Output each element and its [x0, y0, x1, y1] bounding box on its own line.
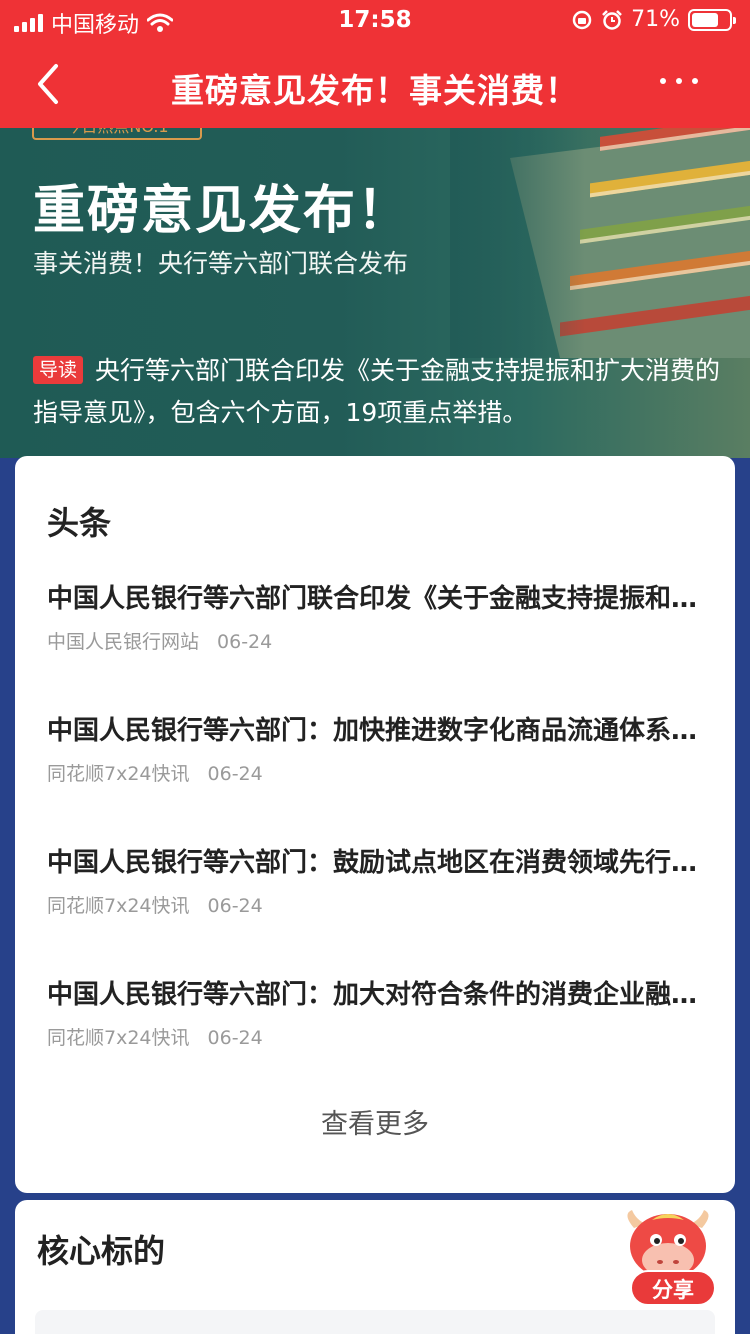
hero-title: 重磅意见发布！	[33, 181, 412, 241]
nav-bar: 重磅意见发布！事关消费！	[0, 40, 750, 128]
headlines-card: 头条 中国人民银行等六部门联合印发《关于金融支持提振和扩大消费的指导意见》 中国…	[15, 456, 735, 1193]
news-source: 中国人民银行网站	[47, 631, 200, 653]
news-item[interactable]: 中国人民银行等六部门：加大对符合条件的消费企业融资支持 同花顺7x24快讯 06-…	[47, 974, 709, 1050]
news-date: 06-24	[207, 895, 263, 917]
news-item[interactable]: 中国人民银行等六部门联合印发《关于金融支持提振和扩大消费的指导意见》 中国人民银…	[47, 578, 709, 654]
view-more-button[interactable]: 查看更多	[15, 1102, 735, 1141]
section-title-core-targets: 核心标的	[37, 1232, 166, 1270]
news-date: 06-24	[217, 631, 273, 653]
top-bar: 中国移动 17:58 71% 重磅意见发布！事关消费！	[0, 0, 750, 128]
lead-tag: 导读	[33, 356, 84, 384]
news-headline[interactable]: 中国人民银行等六部门：加大对符合条件的消费企业融资支持	[47, 974, 709, 1011]
hero-lead: 导读 央行等六部门联合印发《关于金融支持提振和扩大消费的指导意见》，包含六个方面，…	[33, 350, 733, 434]
news-headline[interactable]: 中国人民银行等六部门：鼓励试点地区在消费领域先行先试	[47, 842, 709, 879]
news-headline[interactable]: 中国人民银行等六部门联合印发《关于金融支持提振和扩大消费的指导意见》	[47, 578, 709, 615]
news-date: 06-24	[207, 1027, 263, 1049]
lead-text: 央行等六部门联合印发《关于金融支持提振和扩大消费的指导意见》，包含六个方面，19…	[33, 356, 721, 427]
section-title-headlines: 头条	[47, 504, 112, 542]
news-headline[interactable]: 中国人民银行等六部门：加快推进数字化商品流通体系建设	[47, 710, 709, 747]
hero-subtitle: 事关消费！央行等六部门联合发布	[33, 249, 409, 278]
news-source: 同花顺7x24快讯	[47, 763, 190, 785]
rotation-lock-icon	[572, 10, 592, 29]
share-label[interactable]: 分享	[630, 1270, 716, 1306]
page-title: 重磅意见发布！事关消费！	[171, 71, 579, 110]
news-source: 同花顺7x24快讯	[47, 895, 190, 917]
news-item[interactable]: 中国人民银行等六部门：鼓励试点地区在消费领域先行先试 同花顺7x24快讯 06-2…	[47, 842, 709, 918]
hero-badge: 今日热点NO.1	[32, 128, 202, 140]
status-bar: 中国移动 17:58 71%	[0, 0, 750, 40]
share-button[interactable]: 分享	[612, 1208, 724, 1308]
battery-icon	[688, 8, 736, 31]
battery-percent: 71%	[631, 7, 680, 32]
more-options-icon[interactable]	[660, 78, 698, 84]
alarm-icon	[602, 9, 622, 30]
news-date: 06-24	[207, 763, 263, 785]
core-targets-list	[35, 1310, 715, 1334]
supermarket-shelves-image	[450, 128, 750, 358]
news-item[interactable]: 中国人民银行等六部门：加快推进数字化商品流通体系建设 同花顺7x24快讯 06-2…	[47, 710, 709, 786]
hero-banner: 今日热点NO.1 重磅意见发布！ 事关消费！央行等六部门联合发布 导读央行等六部…	[0, 128, 750, 458]
news-source: 同花顺7x24快讯	[47, 1027, 190, 1049]
